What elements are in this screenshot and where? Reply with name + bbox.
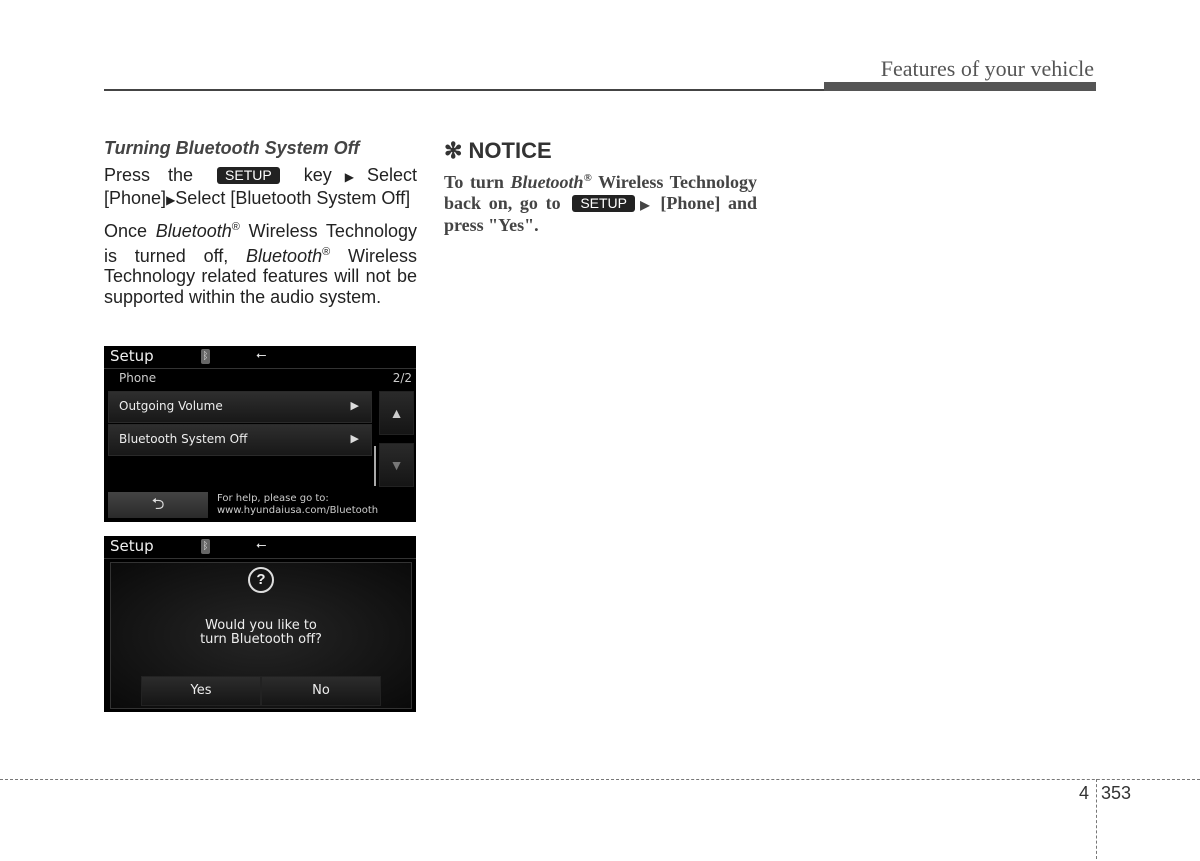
confirm-bluetooth-off-screen: Setup ᛒ ⭠ ? Would you like to turn Bluet… (104, 536, 416, 712)
help-line: For help, please go to: (217, 493, 329, 504)
arrow-up-icon: ▲ (389, 405, 404, 421)
arrow-right-icon: ▶ (166, 192, 176, 207)
question-icon: ? (248, 567, 274, 593)
arrow-right-icon: ▶ (637, 197, 653, 212)
scroll-down-button[interactable]: ▼ (379, 443, 414, 487)
step-paragraph: Press the SETUP key▶Select [Phone]▶Selec… (104, 165, 417, 210)
notice-text: Bluetooth (510, 172, 584, 192)
para-text: Bluetooth (246, 245, 323, 266)
menu-item-label: Bluetooth System Off (119, 432, 248, 446)
back-button[interactable]: ⮌ (108, 492, 208, 518)
registered-mark: ® (583, 172, 592, 184)
bluetooth-icon: ᛒ (201, 539, 210, 554)
menu-item-bluetooth-system-off[interactable]: Bluetooth System Off ▶ (108, 424, 372, 456)
step-text: [Phone] (104, 187, 167, 208)
page-indicator: 2/2 (392, 371, 412, 385)
screen-subtitle: Phone (119, 371, 157, 385)
help-text: For help, please go to: www.hyundaiusa.c… (217, 493, 378, 517)
confirm-dialog: ? Would you like to turn Bluetooth off? … (110, 562, 412, 709)
arrow-down-icon: ▼ (389, 457, 404, 473)
chevron-right-icon: ▶ (350, 400, 359, 412)
scrollbar[interactable] (374, 446, 376, 486)
usb-icon: ⭠ (256, 537, 267, 552)
setup-key-badge: SETUP (217, 167, 280, 184)
registered-mark: ® (231, 221, 240, 233)
screen-title: Setup (110, 537, 154, 555)
chapter-number: 4 (1079, 783, 1090, 803)
step-text: Press the (104, 165, 194, 185)
notice-text: To turn (444, 172, 504, 192)
header-title: Features of your vehicle (880, 56, 1094, 81)
usb-icon: ⭠ (256, 347, 267, 362)
dialog-message: Would you like to turn Bluetooth off? (111, 619, 411, 647)
notice-box: ✻ NOTICE To turn Bluetooth® Wireless Tec… (444, 138, 757, 236)
para-text: Once (104, 221, 148, 241)
section-title: Turning Bluetooth System Off (104, 138, 360, 158)
no-button[interactable]: No (261, 676, 381, 706)
para-text: Bluetooth (155, 221, 232, 241)
back-arrow-icon: ⮌ (151, 496, 165, 513)
yes-button[interactable]: Yes (141, 676, 261, 706)
notice-body: To turn Bluetooth® Wireless Technology b… (444, 168, 757, 236)
dialog-message-line: Would you like to (205, 618, 317, 633)
screen-status-bar: Setup ᛒ ⭠ (104, 346, 416, 369)
step-text: Select [Bluetooth System Off] (175, 187, 411, 208)
screen-status-bar: Setup ᛒ ⭠ (104, 536, 416, 559)
header-rule-accent (824, 82, 1096, 91)
menu-item-outgoing-volume[interactable]: Outgoing Volume ▶ (108, 391, 372, 423)
dialog-message-line: turn Bluetooth off? (200, 632, 322, 647)
page-number: 353 (1101, 783, 1132, 803)
step-text: Select (366, 165, 417, 185)
footer-divider (0, 779, 1200, 780)
notice-title: ✻ NOTICE (444, 138, 552, 163)
screen-title: Setup (110, 347, 154, 365)
registered-mark: ® (322, 245, 331, 258)
scroll-up-button[interactable]: ▲ (379, 391, 414, 435)
setup-key-badge: SETUP (572, 194, 635, 212)
info-paragraph: Once Bluetooth® Wireless Technology is t… (104, 217, 417, 307)
footer-vertical-divider (1096, 779, 1097, 859)
menu-item-label: Outgoing Volume (119, 399, 223, 413)
arrow-right-icon: ▶ (331, 170, 367, 184)
chevron-right-icon: ▶ (350, 433, 359, 445)
step-text: key (303, 165, 332, 185)
instructions-column: Turning Bluetooth System Off Press the S… (104, 138, 417, 314)
setup-phone-screen: Setup ᛒ ⭠ Phone 2/2 Outgoing Volume ▶ Bl… (104, 346, 416, 522)
bluetooth-icon: ᛒ (201, 349, 210, 364)
help-url: www.hyundaiusa.com/Bluetooth (217, 505, 379, 516)
